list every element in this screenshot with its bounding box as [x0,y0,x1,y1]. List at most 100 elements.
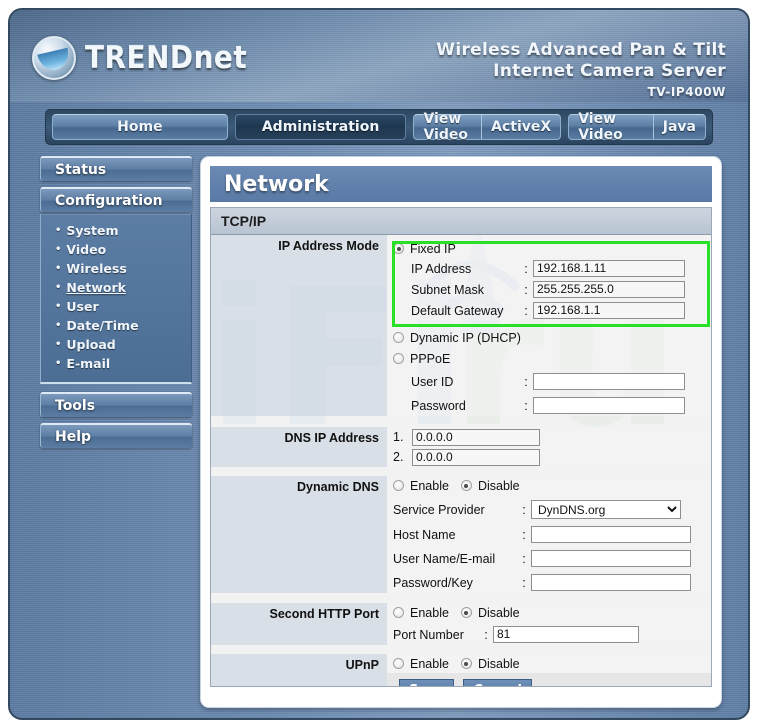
cancel-button[interactable]: Cancel [463,679,532,686]
sidebar-item-network[interactable]: • Network [55,278,191,297]
colon-default-gateway: : [524,303,528,318]
label-user-name-email: User Name/E-mail [393,551,496,566]
row-ip-address-mode: IP Address Mode Fixed IP IP Address : 19… [211,235,711,416]
label-host-name: Host Name [393,527,456,542]
product-identity: Wireless Advanced Pan & Tilt Internet Ca… [436,40,726,99]
label-dynamic-dns: Dynamic DNS [211,476,387,593]
label-ip-address-mode: IP Address Mode [211,235,387,416]
radio-upnp-disable-icon[interactable] [460,658,472,669]
sidebar-item-date-time-label: Date/Time [66,318,139,333]
form-actions: Save Cancel [387,673,711,686]
sidebar-item-system[interactable]: • System [55,221,191,240]
radio-option-fixed-ip[interactable]: Fixed IP [393,239,711,258]
dynamic-dns-fields: Enable Disable Service Provider : DynDNS… [387,476,711,593]
radio-http-disable-icon[interactable] [460,607,472,618]
sidebar-item-help[interactable]: Help [40,423,192,448]
tab-view-video-java[interactable]: View Video Java [568,111,706,143]
input-password[interactable] [533,397,685,414]
select-service-provider[interactable]: DynDNS.org [531,500,681,519]
input-dns-1[interactable]: 0.0.0.0 [412,428,540,446]
sidebar-item-video[interactable]: • Video [55,240,191,259]
field-host-name: Host Name : [393,524,711,545]
radio-http-enable-icon[interactable] [393,607,404,618]
row-dns-ip-address: DNS IP Address 1. 0.0.0.0 2. 0.0.0.0 [211,427,711,467]
spacer-actions [211,673,387,686]
product-line-2: Internet Camera Server [493,61,726,81]
field-dns-2: 2. 0.0.0.0 [393,447,711,467]
input-ip-address[interactable]: 192.168.1.11 [533,260,685,277]
radio-fixed-ip-icon[interactable] [393,243,404,254]
tab-home[interactable]: Home [52,114,228,140]
field-subnet-mask: Subnet Mask : 255.255.255.0 [411,279,711,300]
tab-activex-label: ActiveX [481,115,560,139]
field-ip-address: IP Address : 192.168.1.11 [411,258,711,279]
main-tab-bar: Home Administration View Video ActiveX V… [45,109,713,145]
input-password-key[interactable] [531,574,691,591]
label-ip-address: IP Address [411,261,472,276]
label-dns-ip-address: DNS IP Address [211,427,387,467]
tab-administration[interactable]: Administration [234,114,407,140]
brand-name: TRENDnet [85,40,248,76]
sidebar-item-email[interactable]: • E-mail [55,354,191,373]
row-form-actions: Save Cancel [211,673,711,686]
tab-view-video-activex-label: View Video [423,111,468,143]
label-ddns-disable: Disable [477,478,520,493]
label-port-number: Port Number [393,627,464,642]
input-host-name[interactable] [531,526,691,543]
save-button[interactable]: Save [399,679,455,686]
bullet-icon: • [55,263,62,274]
sidebar-item-email-label: E-mail [66,356,111,371]
product-line-1: Wireless Advanced Pan & Tilt [436,40,726,60]
colon-port-number: : [484,627,488,642]
label-second-http-port: Second HTTP Port [211,603,387,645]
page-header: TRENDnet Wireless Advanced Pan & Tilt In… [10,10,748,102]
radio-pppoe-icon[interactable] [393,353,404,364]
radio-dynamic-ip-icon[interactable] [393,332,404,343]
sidebar-item-network-label: Network [66,280,126,295]
sidebar-item-tools[interactable]: Tools [40,392,192,417]
input-subnet-mask[interactable]: 255.255.255.0 [533,281,685,298]
label-upnp-disable: Disable [477,656,520,671]
sidebar-item-configuration[interactable]: Configuration [40,187,192,212]
colon-password: : [524,398,528,413]
colon-service-provider: : [522,502,526,517]
ddns-enable-disable-group: Enable Disable [393,476,711,495]
sidebar-item-status[interactable]: Status [40,156,192,181]
radio-ddns-disable-icon[interactable] [460,480,472,491]
sidebar-item-user[interactable]: • User [55,297,191,316]
label-ddns-enable: Enable [410,478,449,493]
bullet-icon: • [55,301,62,312]
colon-host-name: : [522,527,526,542]
bullet-icon: • [55,282,62,293]
sidebar-item-date-time[interactable]: • Date/Time [55,316,191,335]
bullet-icon: • [55,358,62,369]
colon-ip-address: : [524,261,528,276]
row-dynamic-dns: Dynamic DNS Enable Disable Service Provi… [211,476,711,593]
section-title: TCP/IP [221,213,267,229]
page-title: Network [224,171,329,197]
sidebar-item-video-label: Video [66,242,107,257]
section-header: TCP/IP [211,208,711,235]
http-enable-disable-group: Enable Disable [393,603,711,622]
radio-upnp-enable-icon[interactable] [393,658,404,669]
label-pppoe: PPPoE [410,351,451,366]
field-password-key: Password/Key : [393,572,711,593]
label-user-id: User ID [411,374,454,389]
radio-option-dynamic-ip[interactable]: Dynamic IP (DHCP) [393,328,711,347]
input-port-number[interactable]: 81 [493,626,639,643]
sidebar-item-upload[interactable]: • Upload [55,335,191,354]
device-ui-frame: TRENDnet Wireless Advanced Pan & Tilt In… [8,8,750,720]
bullet-icon: • [55,320,62,331]
radio-option-pppoe[interactable]: PPPoE [393,349,711,368]
colon-user-id: : [524,374,528,389]
label-http-disable: Disable [477,605,520,620]
radio-ddns-enable-icon[interactable] [393,480,404,491]
input-user-name-email[interactable] [531,550,691,567]
second-http-port-fields: Enable Disable Port Number : 81 [387,603,711,645]
input-dns-2[interactable]: 0.0.0.0 [412,448,540,466]
input-user-id[interactable] [533,373,685,390]
input-default-gateway[interactable]: 192.168.1.1 [533,302,685,319]
tab-view-video-activex[interactable]: View Video ActiveX [413,111,562,143]
bullet-icon: • [55,244,62,255]
sidebar-item-wireless[interactable]: • Wireless [55,259,191,278]
